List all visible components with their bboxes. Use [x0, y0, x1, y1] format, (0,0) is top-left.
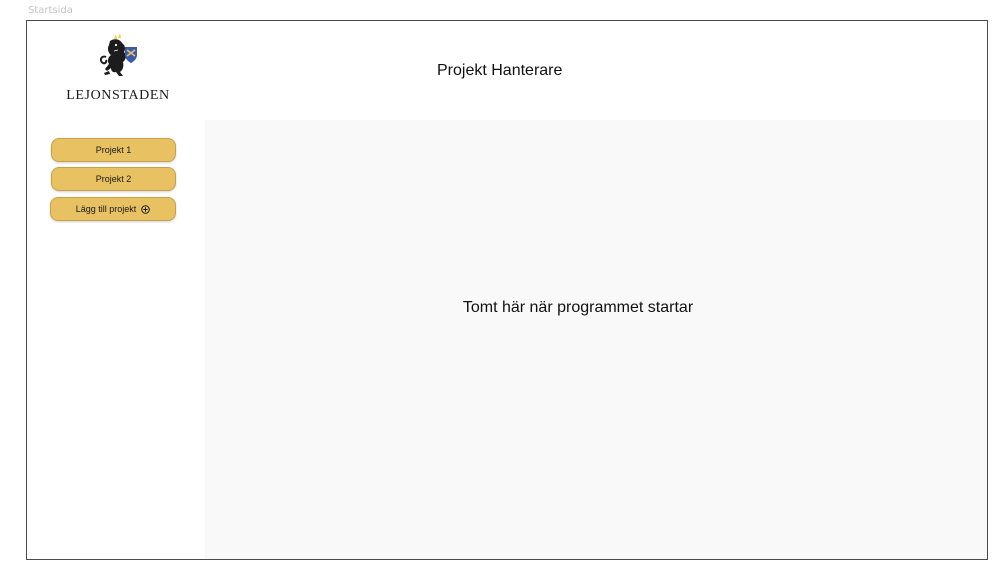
main-content: Tomt här när programmet startar — [205, 120, 987, 559]
add-project-label: Lägg till projekt — [75, 204, 137, 214]
lion-crest-icon — [96, 33, 140, 79]
project-1-button[interactable]: Projekt 1 — [51, 138, 176, 162]
add-circle-icon — [141, 204, 151, 214]
page-title: Projekt Hanterare — [437, 62, 563, 79]
add-project-button[interactable]: Lägg till projekt — [50, 197, 176, 221]
project-2-button[interactable]: Projekt 2 — [51, 167, 176, 191]
app-window: LEJONSTADEN Projekt Hanterare Projekt 1 … — [26, 20, 988, 560]
logo-text: LEJONSTADEN — [66, 88, 170, 103]
header: LEJONSTADEN Projekt Hanterare — [27, 21, 987, 120]
sidebar: Projekt 1 Projekt 2 Lägg till projekt — [27, 120, 205, 559]
frame-label: Startsida — [28, 5, 73, 16]
project-2-label: Projekt 2 — [95, 174, 132, 184]
empty-state-message: Tomt här när programmet startar — [462, 299, 694, 316]
logo: LEJONSTADEN — [63, 33, 173, 109]
project-1-label: Projekt 1 — [95, 145, 132, 155]
